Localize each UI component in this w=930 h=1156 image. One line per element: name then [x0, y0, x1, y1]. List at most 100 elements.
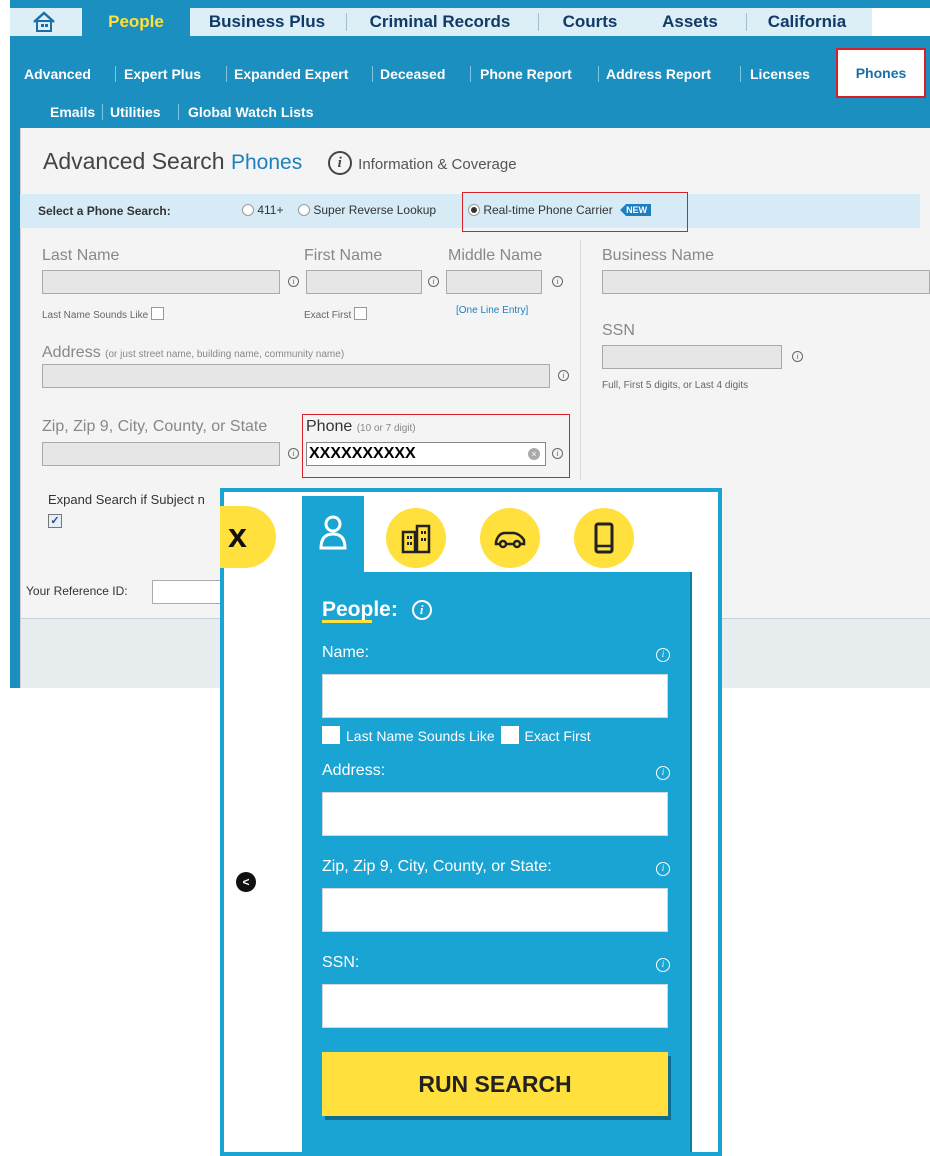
- page-subtitle: Phones: [230, 151, 303, 174]
- info-icon[interactable]: i: [558, 370, 569, 381]
- highlight-box: [462, 192, 688, 232]
- tab-phone[interactable]: [574, 508, 634, 568]
- info-icon[interactable]: i: [552, 276, 563, 287]
- page-title: Advanced Search Phones i Information & C…: [43, 148, 517, 175]
- subnav-advanced[interactable]: Advanced: [24, 64, 91, 84]
- middle-name-field[interactable]: [446, 270, 542, 294]
- tab-people[interactable]: People: [82, 8, 190, 36]
- top-bar-blank: [872, 8, 930, 36]
- subnav-emails[interactable]: Emails: [50, 102, 95, 122]
- home-button[interactable]: [10, 8, 82, 36]
- exact-first-checkbox[interactable]: [500, 726, 519, 744]
- overlay-address-label: Address:: [322, 762, 386, 779]
- car-icon: [494, 531, 526, 549]
- highlight-box: [302, 414, 570, 478]
- last-name-sounds-like-label: Last Name Sounds Like: [346, 728, 495, 744]
- column-divider: [580, 240, 581, 480]
- last-name-sounds-like[interactable]: Last Name Sounds Like: [42, 307, 165, 321]
- home-icon: [33, 11, 55, 32]
- first-name-label: First Name: [304, 247, 383, 264]
- ssn-field[interactable]: [602, 345, 782, 369]
- subnav-divider: [102, 104, 103, 120]
- ssn-help-text: Full, First 5 digits, or Last 4 digits: [602, 380, 749, 391]
- one-line-entry-link[interactable]: [One Line Entry]: [456, 305, 528, 316]
- info-icon[interactable]: i: [656, 766, 670, 780]
- address-hint: (or just street name, building name, com…: [105, 349, 345, 360]
- subnav-address-report[interactable]: Address Report: [606, 64, 711, 84]
- tab-courts[interactable]: Courts: [550, 8, 630, 36]
- reference-id-field[interactable]: [152, 580, 224, 604]
- radio-super-reverse-lookup[interactable]: Super Reverse Lookup: [298, 203, 436, 217]
- subnav-global-watch-lists[interactable]: Global Watch Lists: [188, 102, 314, 122]
- back-arrow-icon[interactable]: <: [236, 872, 256, 892]
- subnav-expert-plus[interactable]: Expert Plus: [124, 64, 201, 84]
- address-field[interactable]: [42, 364, 550, 388]
- overlay-ssn-label: SSN:: [322, 954, 360, 971]
- overlay-heading-text: People:: [322, 598, 398, 621]
- overlay-form-panel: People: i Name: i Last Name Sounds Like …: [302, 572, 692, 1152]
- tab-assets[interactable]: Assets: [650, 8, 730, 36]
- business-name-field[interactable]: [602, 270, 930, 294]
- ssn-label: SSN: [602, 322, 635, 339]
- buildings-icon: [401, 524, 431, 554]
- info-icon[interactable]: i: [288, 448, 299, 459]
- heading-underline: [322, 620, 372, 623]
- tab-business-plus[interactable]: Business Plus: [192, 8, 342, 36]
- page-title-text: Advanced Search: [43, 148, 225, 174]
- exact-first-label: Exact First: [304, 310, 352, 321]
- expand-search-checkbox[interactable]: ✓: [48, 514, 62, 528]
- last-name-sounds-like-checkbox[interactable]: [322, 726, 340, 744]
- subnav-deceased[interactable]: Deceased: [380, 64, 445, 84]
- subnav-divider: [178, 104, 179, 120]
- tab-vehicle[interactable]: [480, 508, 540, 568]
- subnav-phones[interactable]: Phones: [836, 48, 926, 98]
- tab-california[interactable]: California: [752, 8, 862, 36]
- overlay-name-field[interactable]: [322, 674, 668, 718]
- info-icon[interactable]: i: [656, 648, 670, 662]
- subnav-expanded-expert[interactable]: Expanded Expert: [234, 64, 348, 84]
- reference-id-label: Your Reference ID:: [26, 584, 128, 598]
- subnav-phone-report[interactable]: Phone Report: [480, 64, 572, 84]
- business-name-label: Business Name: [602, 247, 715, 264]
- overlay-ssn-field[interactable]: [322, 984, 668, 1028]
- info-icon[interactable]: i: [411, 600, 432, 620]
- overlay-heading: People: i: [322, 598, 432, 623]
- first-name-field[interactable]: [306, 270, 422, 294]
- information-coverage-link[interactable]: Information & Coverage: [358, 156, 516, 173]
- tab-divider: [746, 13, 747, 31]
- radio-411[interactable]: 411+: [242, 203, 283, 217]
- info-icon[interactable]: i: [428, 276, 439, 287]
- info-icon[interactable]: i: [792, 351, 803, 362]
- exact-first[interactable]: Exact First: [304, 307, 368, 321]
- expand-search-label: Expand Search if Subject n: [48, 492, 205, 507]
- info-icon[interactable]: i: [656, 958, 670, 972]
- subnav-divider: [115, 66, 116, 82]
- radio-button[interactable]: [298, 204, 310, 216]
- subnav-licenses[interactable]: Licenses: [750, 64, 810, 84]
- info-icon[interactable]: i: [288, 276, 299, 287]
- info-icon[interactable]: i: [656, 862, 670, 876]
- close-icon: x: [228, 517, 247, 555]
- middle-name-label: Middle Name: [448, 247, 543, 264]
- radio-button[interactable]: [242, 204, 254, 216]
- run-search-button[interactable]: RUN SEARCH: [322, 1052, 668, 1116]
- zip-field[interactable]: [42, 442, 280, 466]
- overlay-name-label: Name:: [322, 644, 370, 661]
- exact-first-checkbox[interactable]: [354, 307, 368, 320]
- overlay-address-field[interactable]: [322, 792, 668, 836]
- info-icon[interactable]: i: [327, 150, 352, 175]
- tab-criminal-records[interactable]: Criminal Records: [350, 8, 530, 36]
- subnav-divider: [470, 66, 471, 82]
- overlay-zip-field[interactable]: [322, 888, 668, 932]
- tab-business[interactable]: [386, 508, 446, 568]
- subnav-utilities[interactable]: Utilities: [110, 102, 161, 122]
- last-name-sounds-like-label: Last Name Sounds Like: [42, 310, 149, 321]
- tab-divider: [346, 13, 347, 31]
- last-name-sounds-like-checkbox[interactable]: [151, 307, 165, 320]
- close-button[interactable]: x: [220, 506, 276, 568]
- zip-label: Zip, Zip 9, City, County, or State: [42, 418, 268, 435]
- address-label: Address (or just street name, building n…: [42, 344, 344, 362]
- last-name-field[interactable]: [42, 270, 280, 294]
- tab-people-icon[interactable]: [302, 496, 364, 576]
- overlay-checkbox-row: Last Name Sounds Like Exact First: [322, 726, 591, 744]
